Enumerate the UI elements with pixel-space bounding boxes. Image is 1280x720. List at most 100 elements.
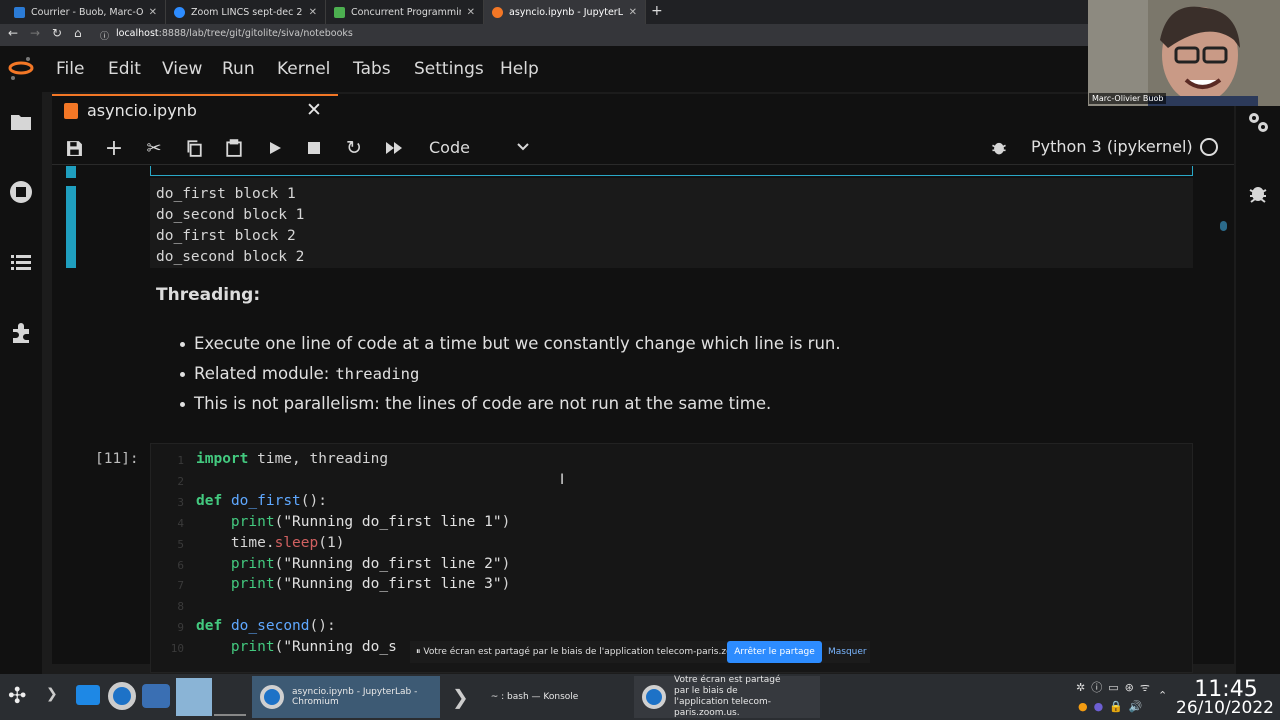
bullet-text: Execute one line of code at a time but w… <box>194 334 841 353</box>
chevron-down-icon[interactable] <box>515 138 531 154</box>
code-line: print("Running do_first line 2") <box>230 555 511 572</box>
kernel-name[interactable]: Python 3 (ipykernel) <box>1031 137 1193 156</box>
output-line: do_second block 2 <box>156 249 305 265</box>
code-line: def do_first(): <box>196 492 327 509</box>
thunderbird-icon[interactable] <box>142 684 170 708</box>
menu-edit[interactable]: Edit <box>108 59 141 79</box>
menu-settings[interactable]: Settings <box>414 59 484 79</box>
close-tab-icon[interactable]: ✕ <box>306 99 322 121</box>
notebook-icon <box>64 103 78 119</box>
zoom-share-message: Votre écran est partagé par le biais de … <box>423 647 762 657</box>
folder-icon[interactable] <box>9 110 33 134</box>
menu-kernel[interactable]: Kernel <box>277 59 330 79</box>
menu-tabs[interactable]: Tabs <box>353 59 391 79</box>
date[interactable]: 26/10/2022 <box>1170 698 1280 718</box>
cell-collapser[interactable] <box>66 166 76 178</box>
desktop-pager-1[interactable] <box>176 678 212 716</box>
line-number: 6 <box>177 558 184 572</box>
app-launcher-icon[interactable]: ✣ <box>8 684 26 709</box>
close-icon[interactable]: ✕ <box>309 7 317 18</box>
code-line: time.sleep(1) <box>196 534 345 551</box>
inline-code: threading <box>335 365 420 383</box>
chromium-icon <box>260 685 284 709</box>
kernel-status-icon <box>1200 138 1218 156</box>
menu-view[interactable]: View <box>162 59 202 79</box>
run-icon[interactable] <box>264 137 286 159</box>
chromium-launcher-icon[interactable] <box>108 682 136 710</box>
desktop-pager-2[interactable] <box>214 678 246 716</box>
code-line: print("Running do_first line 1") <box>230 513 511 530</box>
zoom-share-text: ⏸ Votre écran est partagé par le biais d… <box>416 647 762 657</box>
cut-icon[interactable]: ✂ <box>143 137 165 159</box>
participant-name: Marc-Olivier Buob <box>1089 93 1167 104</box>
stop-icon[interactable] <box>303 137 325 159</box>
close-icon[interactable]: ✕ <box>629 7 637 18</box>
taskbar-item-label: Votre écran est partagé par le biais de … <box>674 675 781 718</box>
line-number: 2 <box>177 474 184 488</box>
right-sidebar <box>1236 92 1280 674</box>
markdown-bullet: Related module: threading <box>180 364 419 383</box>
browser-tab-course[interactable]: Concurrent Programming in ✕ <box>326 0 484 24</box>
taskbar-item-zoom[interactable]: Votre écran est partagé par le biais de … <box>634 675 820 718</box>
previous-cell-editor[interactable] <box>150 166 1193 176</box>
execution-count: [11]: <box>95 451 139 467</box>
restart-icon[interactable]: ↻ <box>343 137 365 159</box>
save-icon[interactable] <box>63 137 85 159</box>
markdown-heading: Threading: <box>156 285 261 305</box>
system-tray-row2[interactable]: ●●🔒🔊 <box>1078 700 1149 713</box>
debug-icon[interactable] <box>990 138 1008 156</box>
copy-icon[interactable] <box>183 137 205 159</box>
browser-tab-zoom[interactable]: Zoom LINCS sept-dec 2022 ✕ <box>166 0 326 24</box>
jupyter-icon <box>492 6 503 18</box>
line-number: 8 <box>177 600 184 614</box>
extensions-icon[interactable] <box>9 321 33 345</box>
forward-icon[interactable]: → <box>30 26 40 40</box>
new-tab-button[interactable]: + <box>651 3 663 19</box>
cell-type-select[interactable]: Code <box>429 138 470 157</box>
code-line: import time, threading <box>196 451 389 467</box>
running-kernels-icon[interactable] <box>9 180 33 204</box>
line-number: 3 <box>177 495 184 509</box>
browser-tab-label: Courrier - Buob, Marc-Olivier <box>31 6 143 18</box>
back-icon[interactable]: ← <box>8 26 18 40</box>
zoom-app-icon <box>642 685 666 709</box>
menu-file[interactable]: File <box>56 59 84 79</box>
fast-forward-icon[interactable] <box>383 137 405 159</box>
url-field[interactable]: localhost:8888/lab/tree/git/gitolite/siv… <box>116 28 353 39</box>
close-icon[interactable]: ✕ <box>467 7 475 18</box>
browser-tab-mail[interactable]: Courrier - Buob, Marc-Olivier ✕ <box>6 0 166 24</box>
tray-expand-icon[interactable]: ⌃ <box>1158 689 1167 702</box>
participant-image <box>1088 0 1280 106</box>
line-number: 5 <box>177 537 184 551</box>
paste-icon[interactable] <box>223 137 245 159</box>
debugger-icon[interactable] <box>1248 181 1268 203</box>
markdown-bullet: This is not parallelism: the lines of co… <box>180 394 771 413</box>
code-line: def do_second(): <box>196 618 336 635</box>
info-icon[interactable]: ⓘ <box>100 29 109 42</box>
hide-banner-link[interactable]: Masquer <box>828 647 867 657</box>
scrollbar[interactable] <box>1220 221 1227 231</box>
output-collapser[interactable] <box>66 186 76 268</box>
reload-icon[interactable]: ↻ <box>52 26 62 40</box>
terminal-launcher-icon[interactable]: ❯ <box>46 686 58 702</box>
close-icon[interactable]: ✕ <box>149 7 157 18</box>
system-tray[interactable]: ✲ⓘ▭⊛ᯤ <box>1076 679 1156 695</box>
browser-tab-jupyter[interactable]: asyncio.ipynb - JupyterLab ✕ <box>484 0 646 24</box>
taskbar-item-chromium[interactable]: asyncio.ipynb - JupyterLab - Chromium <box>252 676 440 718</box>
bullet-text: This is not parallelism: the lines of co… <box>194 394 772 413</box>
table-of-contents-icon[interactable] <box>9 251 33 275</box>
menu-run[interactable]: Run <box>222 59 255 79</box>
output-line: do_first block 2 <box>156 228 296 244</box>
taskbar-item-konsole[interactable]: ❯ ~ : bash — Konsole <box>444 676 630 718</box>
stop-sharing-button[interactable]: Arrêter le partage <box>727 641 822 663</box>
menu-help[interactable]: Help <box>500 59 539 79</box>
page-icon <box>334 6 345 18</box>
markdown-bullet: Execute one line of code at a time but w… <box>180 334 841 353</box>
home-icon[interactable]: ⌂ <box>74 26 82 40</box>
file-manager-icon[interactable] <box>76 685 100 705</box>
konsole-icon: ❯ <box>452 685 469 709</box>
property-inspector-icon[interactable] <box>1246 110 1270 134</box>
add-cell-icon[interactable]: + <box>103 136 125 161</box>
cell-output <box>150 178 1193 268</box>
zoom-icon <box>174 6 185 18</box>
